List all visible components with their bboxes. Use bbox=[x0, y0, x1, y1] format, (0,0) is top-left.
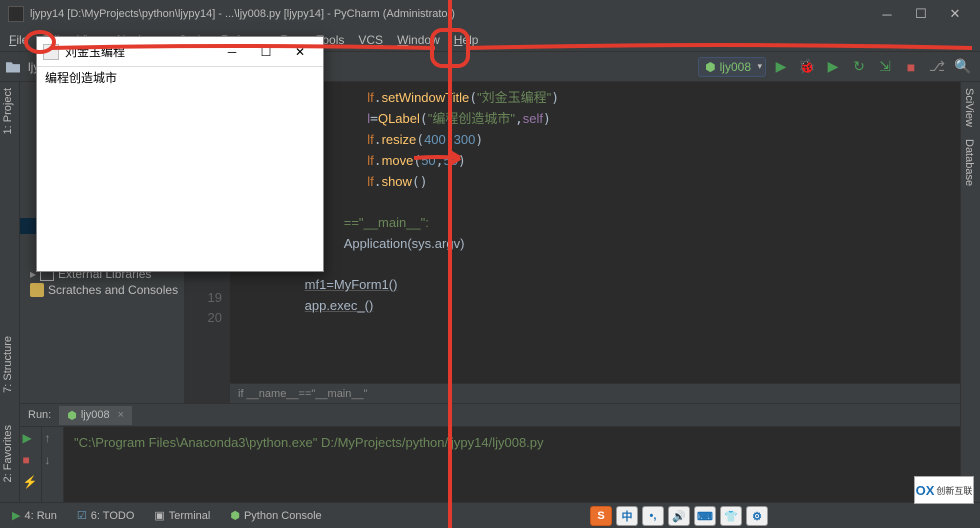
attach-button[interactable]: ⇲ bbox=[874, 56, 896, 78]
window-title: ljypy14 [D:\MyProjects\python\ljypy14] -… bbox=[30, 8, 870, 20]
folder-icon bbox=[6, 61, 20, 73]
ime-logo[interactable]: S bbox=[590, 506, 612, 526]
breadcrumb-text: if __name__=="__main__" bbox=[238, 388, 368, 400]
tab-sciview[interactable]: SciView bbox=[961, 82, 977, 133]
sb-terminal[interactable]: ▣Terminal bbox=[146, 509, 218, 522]
run-tab-active[interactable]: ⬢ ljy008 × bbox=[59, 406, 132, 425]
app-icon bbox=[8, 6, 24, 22]
git-button[interactable]: ⎇ bbox=[926, 56, 948, 78]
scratch-icon bbox=[30, 283, 44, 297]
stop-run-button[interactable]: ■ bbox=[23, 453, 39, 469]
python-icon: ⬢ bbox=[67, 409, 77, 422]
up-button[interactable]: ↑ bbox=[45, 431, 61, 447]
child-window-titlebar[interactable]: 刘金玉编程 ─ ☐ ✕ bbox=[37, 37, 323, 67]
run-label: Run: bbox=[20, 409, 59, 421]
run-tab-label: ljy008 bbox=[81, 409, 110, 421]
run-config-label: ljy008 bbox=[720, 60, 751, 74]
close-button[interactable]: ✕ bbox=[938, 3, 972, 25]
tab-database[interactable]: Database bbox=[961, 133, 977, 192]
editor-content[interactable]: lf.setWindowTitle("刘金玉编程") l=QLabel("编程创… bbox=[230, 82, 960, 403]
run-config-selector[interactable]: ⬢ ljy008 bbox=[698, 57, 766, 77]
ime-sound[interactable]: 🔊 bbox=[668, 506, 690, 526]
python-icon: ⬢ bbox=[705, 60, 715, 74]
watermark-prefix: OX bbox=[916, 483, 935, 498]
line-number: 19 bbox=[185, 288, 222, 308]
down-button[interactable]: ↓ bbox=[45, 453, 61, 469]
coverage-button[interactable]: ▶ bbox=[822, 56, 844, 78]
rerun-button[interactable]: ▶ bbox=[23, 431, 39, 447]
child-window-title: 刘金玉编程 bbox=[65, 43, 215, 60]
profile-button[interactable]: ↻ bbox=[848, 56, 870, 78]
watermark-text: 创新互联 bbox=[936, 484, 972, 497]
window-titlebar: ljypy14 [D:\MyProjects\python\ljypy14] -… bbox=[0, 0, 980, 28]
child-label: 编程创造城市 bbox=[37, 67, 323, 88]
search-everywhere-button[interactable]: 🔍 bbox=[952, 56, 974, 78]
ime-lang[interactable]: 中 bbox=[616, 506, 638, 526]
line-number: 20 bbox=[185, 308, 222, 328]
minimize-button[interactable]: ─ bbox=[870, 3, 904, 25]
sb-python-console[interactable]: ⬢Python Console bbox=[222, 509, 329, 522]
ime-settings[interactable]: ⚙ bbox=[746, 506, 768, 526]
menu-vcs[interactable]: VCS bbox=[351, 31, 390, 49]
menu-help[interactable]: Help bbox=[447, 31, 486, 49]
run-side-toolbar: ▶ ■ ⚡ bbox=[20, 427, 42, 502]
sb-run[interactable]: ▶4: Run bbox=[4, 509, 65, 522]
run-settings-button[interactable]: ⚡ bbox=[23, 475, 39, 491]
menu-window[interactable]: Window bbox=[390, 31, 447, 49]
child-window[interactable]: 刘金玉编程 ─ ☐ ✕ 编程创造城市 bbox=[36, 36, 324, 272]
run-side-toolbar-2: ↑ ↓ bbox=[42, 427, 64, 502]
ime-softkb[interactable]: ⌨ bbox=[694, 506, 716, 526]
status-bar: ▶4: Run ☑6: TODO ▣Terminal ⬢Python Conso… bbox=[0, 502, 980, 528]
ime-punct[interactable]: •, bbox=[642, 506, 664, 526]
ime-toolbar[interactable]: S 中 •, 🔊 ⌨ 👕 ⚙ bbox=[590, 506, 768, 526]
child-minimize-button[interactable]: ─ bbox=[215, 40, 249, 64]
maximize-button[interactable]: ☐ bbox=[904, 3, 938, 25]
tab-project[interactable]: 1: Project bbox=[0, 82, 16, 140]
sb-todo[interactable]: ☑6: TODO bbox=[69, 509, 142, 522]
right-tool-stripe: SciView Database bbox=[960, 82, 980, 502]
run-tool-window: Run: ⬢ ljy008 × ▶ ■ ⚡ ↑ ↓ "C:\Program Fi… bbox=[20, 403, 960, 502]
tree-label: Scratches and Consoles bbox=[48, 283, 178, 297]
watermark: OX 创新互联 bbox=[914, 476, 974, 504]
child-close-button[interactable]: ✕ bbox=[283, 40, 317, 64]
ime-skin[interactable]: 👕 bbox=[720, 506, 742, 526]
run-tabs: Run: ⬢ ljy008 × bbox=[20, 404, 960, 427]
tree-scratches[interactable]: Scratches and Consoles bbox=[20, 282, 184, 298]
left-tool-stripe: 1: Project 7: Structure 2: Favorites bbox=[0, 82, 20, 502]
tab-structure[interactable]: 7: Structure bbox=[0, 330, 16, 399]
menu-file[interactable]: File bbox=[2, 31, 35, 49]
child-maximize-button[interactable]: ☐ bbox=[249, 40, 283, 64]
run-button[interactable]: ▶ bbox=[770, 56, 792, 78]
child-window-icon bbox=[43, 44, 59, 60]
stop-button[interactable]: ■ bbox=[900, 56, 922, 78]
close-tab-icon[interactable]: × bbox=[118, 409, 124, 421]
tab-favorites[interactable]: 2: Favorites bbox=[0, 419, 16, 488]
editor-breadcrumb[interactable]: if __name__=="__main__" bbox=[230, 383, 960, 403]
run-output[interactable]: "C:\Program Files\Anaconda3\python.exe" … bbox=[64, 427, 960, 502]
debug-button[interactable]: 🐞 bbox=[796, 56, 818, 78]
